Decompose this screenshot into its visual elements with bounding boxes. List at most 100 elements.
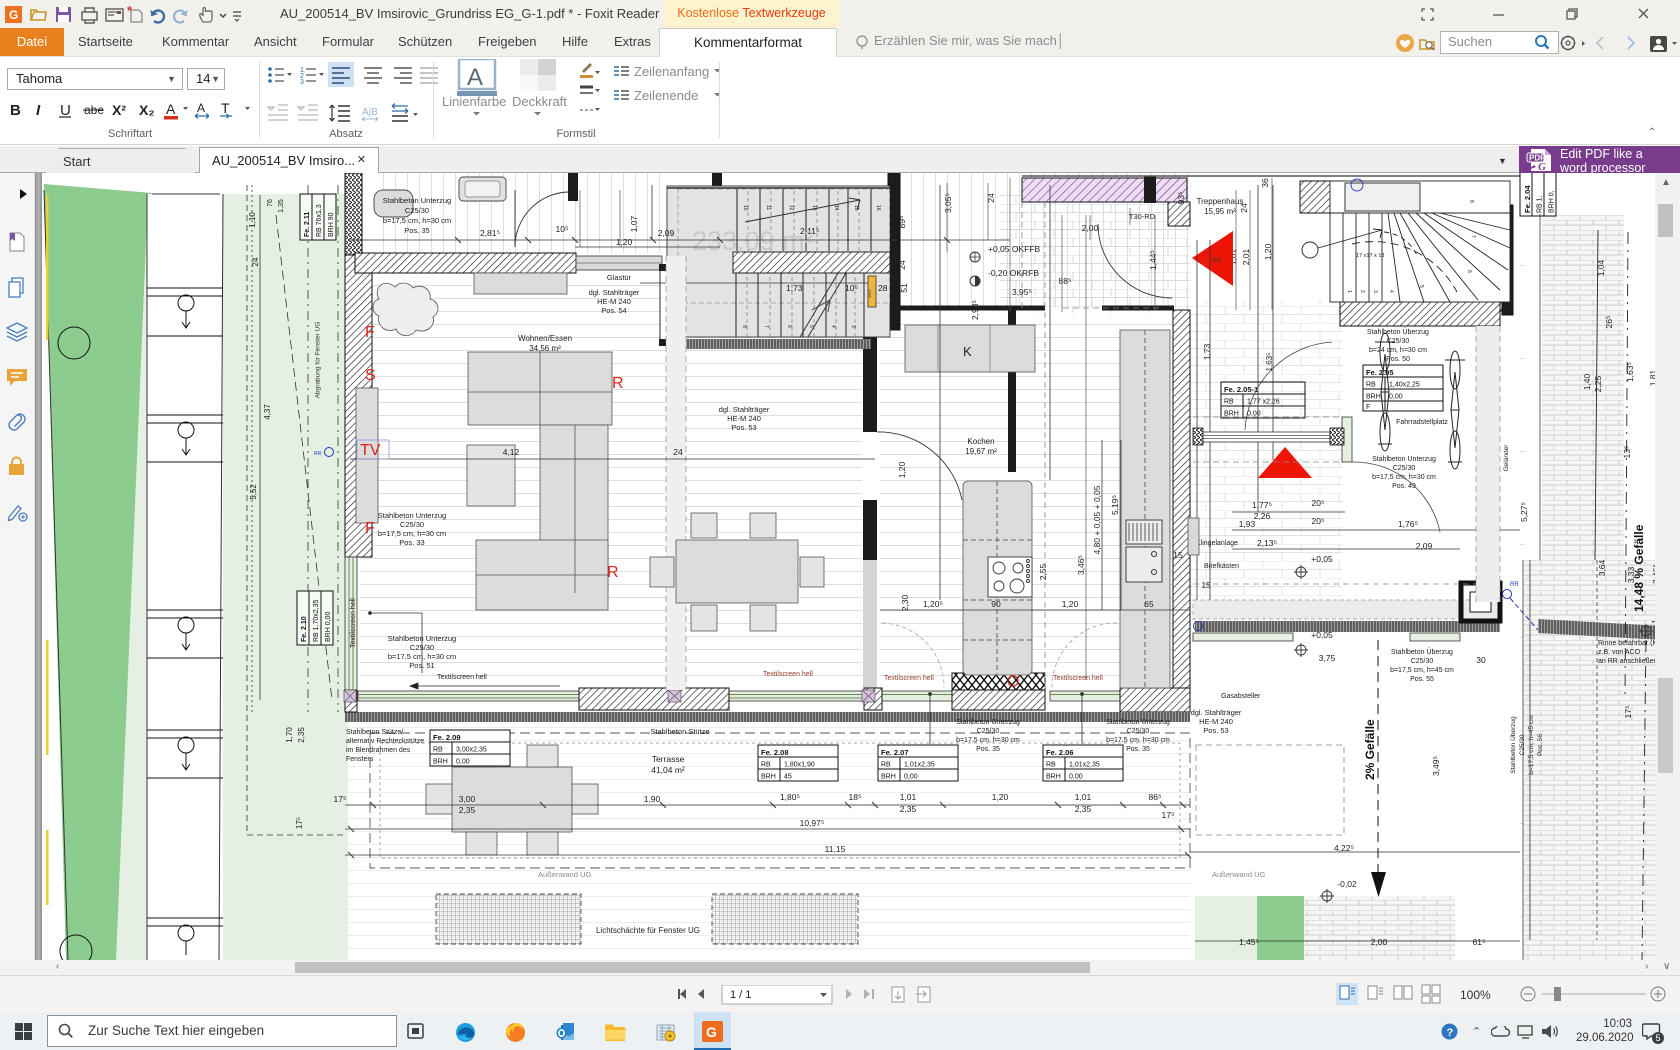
svg-text:5,52: 5,52	[249, 484, 258, 500]
svg-text:1,73: 1,73	[786, 283, 803, 293]
svg-text:3,05⁵: 3,05⁵	[943, 193, 953, 213]
svg-text:Pos. 53: Pos. 53	[731, 423, 756, 432]
svg-text:Stahlbeton Überzug: Stahlbeton Überzug	[1367, 328, 1429, 336]
svg-text:1,63⁵: 1,63⁵	[1625, 362, 1635, 382]
svg-text:B: B	[10, 102, 21, 119]
svg-text:17⁵: 17⁵	[334, 794, 347, 804]
svg-text:Pos. 56: Pos. 56	[1537, 734, 1544, 756]
svg-text:Fe. 2.04: Fe. 2.04	[1523, 185, 1532, 213]
svg-text:2: 2	[1359, 290, 1365, 293]
svg-text:b=17,5 cm, h=30 cm: b=17,5 cm, h=30 cm	[1106, 737, 1170, 744]
svg-text:0,00: 0,00	[1247, 411, 1261, 418]
svg-text:2,35: 2,35	[1075, 804, 1092, 814]
svg-text:45: 45	[784, 774, 792, 781]
svg-text:Fe. 2.06: Fe. 2.06	[1046, 748, 1074, 757]
svg-text:15,95 m²: 15,95 m²	[1204, 207, 1236, 216]
svg-text:4,12: 4,12	[503, 447, 520, 457]
svg-text:C25/30: C25/30	[405, 206, 429, 215]
svg-text:1,81: 1,81	[1648, 369, 1655, 386]
svg-text:b=24 cm, h=30 cm: b=24 cm, h=30 cm	[1369, 347, 1427, 354]
svg-text:RB: RB	[433, 747, 443, 754]
svg-text:1,73: 1,73	[1202, 343, 1212, 360]
svg-text:RB: RB	[881, 762, 891, 769]
svg-text:1,93: 1,93	[1239, 519, 1256, 529]
svg-text:16: 16	[875, 205, 881, 211]
svg-text:1,01: 1,01	[900, 792, 917, 802]
svg-text:Linienfarbe: Linienfarbe	[442, 94, 506, 109]
svg-text:7: 7	[763, 325, 769, 328]
svg-text:Fe. 2.07: Fe. 2.07	[881, 748, 909, 757]
svg-text:W1: W1	[1212, 257, 1222, 264]
svg-text:Pos. 55: Pos. 55	[1410, 676, 1434, 683]
svg-text:2,26: 2,26	[1254, 511, 1271, 521]
svg-text:Textilscreen hell: Textilscreen hell	[437, 674, 487, 681]
svg-text:RB: RB	[761, 762, 771, 769]
svg-text:T30-RD: T30-RD	[1129, 212, 1156, 221]
svg-text:4,22⁵: 4,22⁵	[1334, 843, 1354, 853]
svg-text:0,00: 0,00	[456, 759, 470, 766]
svg-text:K: K	[963, 344, 972, 359]
svg-text:Stahlbeton Stütze/: Stahlbeton Stütze/	[346, 729, 403, 736]
svg-text:BRH: BRH	[1046, 774, 1061, 781]
svg-text:X₂: X₂	[139, 102, 155, 118]
svg-text:Stahlbeton Unterzug: Stahlbeton Unterzug	[956, 719, 1020, 726]
svg-text:Kochen: Kochen	[967, 437, 994, 446]
svg-text:b=17,5 cm, h=45 cm: b=17,5 cm, h=45 cm	[1528, 715, 1535, 774]
svg-text:Textilscreen hell: Textilscreen hell	[350, 598, 357, 648]
svg-text:Deckkraft: Deckkraft	[512, 94, 567, 109]
svg-text:17⁵: 17⁵	[1623, 706, 1633, 719]
svg-text:3,00: 3,00	[459, 794, 476, 804]
svg-text:RB: RB	[1046, 762, 1056, 769]
svg-text:5,27⁵: 5,27⁵	[1519, 502, 1529, 522]
svg-text:Zeilenanfang: Zeilenanfang	[634, 64, 709, 79]
svg-text:RB: RB	[1224, 399, 1234, 406]
svg-text:3: 3	[300, 79, 304, 86]
svg-text:18⁵: 18⁵	[849, 792, 862, 802]
svg-text:5: 5	[1418, 285, 1424, 288]
svg-text:C25/30: C25/30	[1393, 465, 1416, 472]
svg-text:2,09: 2,09	[1416, 541, 1433, 551]
svg-text:Lichtschächte für Fenster UG: Lichtschächte für Fenster UG	[596, 926, 700, 935]
svg-text:2,35: 2,35	[459, 805, 476, 815]
svg-text:HE-M 240: HE-M 240	[1199, 717, 1233, 726]
svg-text:-0,02: -0,02	[1337, 879, 1357, 889]
svg-text:F: F	[1366, 404, 1370, 411]
svg-text:1,01: 1,01	[1075, 792, 1092, 802]
svg-text:2,09: 2,09	[658, 228, 675, 238]
svg-text:1,35: 1,35	[278, 199, 285, 213]
svg-text:Fe. 2.05: Fe. 2.05	[1366, 368, 1394, 377]
svg-text:1,20: 1,20	[1062, 599, 1079, 609]
svg-text:15: 15	[1202, 581, 1211, 590]
svg-text:2,01: 2,01	[1241, 248, 1251, 265]
svg-text:1,01x2,35: 1,01x2,35	[1069, 762, 1100, 769]
svg-text:A|B: A|B	[362, 107, 378, 118]
svg-text:RB 76x1,3: RB 76x1,3	[316, 204, 323, 237]
svg-text:dgl. Stahlträger: dgl. Stahlträger	[719, 405, 770, 414]
svg-text:RB 1,: RB 1,	[1537, 195, 1544, 213]
svg-text:Rinne befahrbar (Klasse B): Rinne befahrbar (Klasse B)	[1598, 640, 1655, 647]
svg-text:1 / 1: 1 / 1	[730, 989, 751, 1001]
svg-text:Fensters: Fensters	[346, 756, 374, 763]
svg-text:7: 7	[1470, 235, 1476, 238]
svg-text:b=17,5 cm, h=30 cm: b=17,5 cm, h=30 cm	[956, 737, 1020, 744]
svg-text:Stahlbeton Unterzug: Stahlbeton Unterzug	[378, 511, 446, 520]
svg-text:0,00: 0,00	[904, 774, 918, 781]
svg-text:1,45⁵: 1,45⁵	[1239, 937, 1259, 947]
svg-text:Fe. 2.10: Fe. 2.10	[301, 616, 308, 642]
svg-text:6: 6	[786, 325, 792, 328]
svg-text:Geländer: Geländer	[1503, 444, 1510, 472]
svg-text:Stahlbeton Stütze: Stahlbeton Stütze	[650, 727, 709, 736]
svg-text:2,81⁵: 2,81⁵	[480, 228, 500, 238]
svg-text:Fe. 2.08: Fe. 2.08	[761, 748, 789, 757]
svg-text:Textilscreen hell: Textilscreen hell	[1053, 675, 1103, 682]
svg-text:+0,05: +0,05	[1311, 554, 1333, 564]
svg-text:24: 24	[251, 257, 260, 266]
svg-text:1,40x2,25: 1,40x2,25	[1389, 382, 1420, 389]
svg-text:10: 10	[742, 205, 748, 211]
svg-text:Stahlbeton Unterzug: Stahlbeton Unterzug	[383, 196, 451, 205]
svg-text:86⁵: 86⁵	[1149, 792, 1162, 802]
svg-text:24: 24	[897, 260, 907, 270]
svg-text:RB 1,70x2,35: RB 1,70x2,35	[313, 599, 320, 642]
svg-text:Stahlbeton Unterzug: Stahlbeton Unterzug	[1372, 456, 1436, 463]
svg-text:G: G	[706, 1024, 717, 1040]
